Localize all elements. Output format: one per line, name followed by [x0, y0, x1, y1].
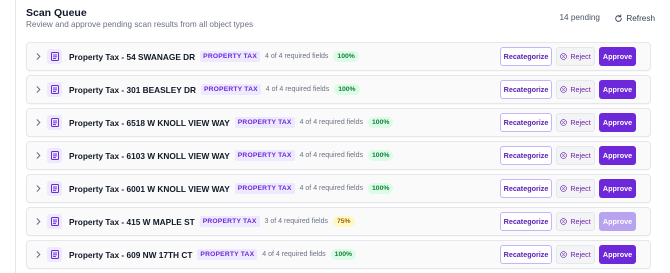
scan-row[interactable]: Property Tax - 301 BEASLEY DR PROPERTY T…: [26, 75, 651, 104]
document-icon: [47, 115, 62, 130]
reject-label: Reject: [570, 118, 591, 127]
approve-button: Approve: [599, 212, 636, 231]
recategorize-button[interactable]: Recategorize: [500, 113, 552, 132]
page-title: Scan Queue: [26, 7, 87, 19]
category-badge: PROPERTY TAX: [200, 84, 261, 95]
completion-badge: 75%: [332, 216, 355, 227]
chevron-right-icon[interactable]: [34, 52, 43, 61]
scan-row-info: Property Tax - 609 NW 17TH CT PROPERTY T…: [69, 241, 357, 268]
scan-row[interactable]: Property Tax - 6103 W KNOLL VIEW WAY PRO…: [26, 141, 651, 170]
scan-row[interactable]: Property Tax - 415 W MAPLE ST PROPERTY T…: [26, 207, 651, 236]
recategorize-button[interactable]: Recategorize: [500, 47, 552, 66]
reject-label: Reject: [570, 151, 591, 160]
reject-circle-x-icon: [560, 218, 568, 225]
category-badge: PROPERTY TAX: [197, 249, 258, 260]
completion-badge: 100%: [334, 84, 360, 95]
scan-row[interactable]: Property Tax - 6518 W KNOLL VIEW WAY PRO…: [26, 108, 651, 137]
reject-label: Reject: [570, 217, 591, 226]
reject-label: Reject: [570, 52, 591, 61]
required-fields-status: 3 of 4 required fields: [264, 218, 328, 225]
document-icon: [47, 214, 62, 229]
chevron-right-icon[interactable]: [34, 151, 43, 160]
chevron-right-icon[interactable]: [34, 217, 43, 226]
reject-label: Reject: [570, 85, 591, 94]
reject-button[interactable]: Reject: [556, 47, 595, 66]
document-icon: [47, 148, 62, 163]
reject-circle-x-icon: [560, 152, 568, 159]
scan-name: Property Tax - 6001 W KNOLL VIEW WAY: [69, 183, 230, 194]
chevron-right-icon[interactable]: [34, 250, 43, 259]
document-icon: [47, 49, 62, 64]
scan-row-info: Property Tax - 415 W MAPLE ST PROPERTY T…: [69, 208, 355, 235]
required-fields-status: 4 of 4 required fields: [299, 152, 364, 159]
completion-badge: 100%: [368, 150, 394, 161]
chevron-right-icon[interactable]: [34, 85, 43, 94]
category-badge: PROPERTY TAX: [234, 150, 295, 161]
category-badge: PROPERTY TAX: [200, 51, 260, 62]
completion-badge: 100%: [333, 51, 359, 62]
completion-badge: 100%: [368, 183, 394, 194]
scan-queue-panel: Scan Queue Review and approve pending sc…: [15, 0, 670, 273]
chevron-right-icon[interactable]: [34, 184, 43, 193]
refresh-label: Refresh: [626, 13, 655, 23]
required-fields-status: 4 of 4 required fields: [265, 86, 330, 93]
category-badge: PROPERTY TAX: [234, 117, 295, 128]
scan-row[interactable]: Property Tax - 6001 W KNOLL VIEW WAY PRO…: [26, 174, 651, 203]
scan-row-info: Property Tax - 6001 W KNOLL VIEW WAY PRO…: [69, 175, 394, 202]
reject-button[interactable]: Reject: [556, 80, 595, 99]
reject-circle-x-icon: [560, 185, 568, 192]
required-fields-status: 4 of 4 required fields: [262, 251, 326, 258]
reject-button[interactable]: Reject: [556, 113, 595, 132]
recategorize-button[interactable]: Recategorize: [500, 146, 552, 165]
reject-button[interactable]: Reject: [556, 245, 595, 264]
page-subtitle: Review and approve pending scan results …: [26, 20, 254, 29]
reject-circle-x-icon: [560, 86, 568, 93]
scan-row[interactable]: Property Tax - 609 NW 17TH CT PROPERTY T…: [26, 240, 651, 269]
scan-name: Property Tax - 6103 W KNOLL VIEW WAY: [69, 150, 230, 161]
category-badge: PROPERTY TAX: [234, 183, 295, 194]
approve-button[interactable]: Approve: [599, 146, 636, 165]
scan-name: Property Tax - 6518 W KNOLL VIEW WAY: [69, 117, 230, 128]
refresh-button[interactable]: Refresh: [614, 11, 655, 25]
scan-row[interactable]: Property Tax - 54 SWANAGE DR PROPERTY TA…: [26, 42, 651, 71]
approve-button[interactable]: Approve: [599, 245, 636, 264]
chevron-right-icon[interactable]: [34, 118, 43, 127]
completion-badge: 100%: [368, 117, 394, 128]
reject-label: Reject: [570, 250, 591, 259]
reject-label: Reject: [570, 184, 591, 193]
document-icon: [47, 82, 62, 97]
pending-count: 14 pending: [559, 13, 600, 22]
scan-name: Property Tax - 301 BEASLEY DR: [69, 84, 196, 95]
reject-circle-x-icon: [560, 251, 568, 258]
recategorize-button[interactable]: Recategorize: [500, 80, 552, 99]
approve-button[interactable]: Approve: [599, 179, 636, 198]
reject-button[interactable]: Reject: [556, 179, 595, 198]
category-badge: PROPERTY TAX: [199, 216, 260, 227]
reject-button[interactable]: Reject: [556, 146, 595, 165]
required-fields-status: 4 of 4 required fields: [299, 185, 364, 192]
recategorize-button[interactable]: Recategorize: [500, 245, 552, 264]
completion-badge: 100%: [330, 249, 357, 260]
recategorize-button[interactable]: Recategorize: [500, 212, 552, 231]
document-icon: [47, 247, 62, 262]
recategorize-button[interactable]: Recategorize: [500, 179, 552, 198]
scan-row-info: Property Tax - 54 SWANAGE DR PROPERTY TA…: [69, 43, 359, 70]
approve-button[interactable]: Approve: [599, 80, 636, 99]
scan-row-info: Property Tax - 6103 W KNOLL VIEW WAY PRO…: [69, 142, 394, 169]
scan-name: Property Tax - 609 NW 17TH CT: [69, 249, 193, 260]
scan-row-info: Property Tax - 6518 W KNOLL VIEW WAY PRO…: [69, 109, 394, 136]
scan-row-info: Property Tax - 301 BEASLEY DR PROPERTY T…: [69, 76, 360, 103]
reject-circle-x-icon: [560, 53, 568, 60]
document-icon: [47, 181, 62, 196]
approve-button[interactable]: Approve: [599, 47, 636, 66]
required-fields-status: 4 of 4 required fields: [299, 119, 364, 126]
reject-circle-x-icon: [560, 119, 568, 126]
refresh-icon: [615, 13, 623, 22]
scan-name: Property Tax - 415 W MAPLE ST: [69, 216, 195, 227]
required-fields-status: 4 of 4 required fields: [264, 53, 329, 60]
scan-name: Property Tax - 54 SWANAGE DR: [69, 51, 196, 62]
reject-button[interactable]: Reject: [556, 212, 595, 231]
approve-button[interactable]: Approve: [599, 113, 636, 132]
